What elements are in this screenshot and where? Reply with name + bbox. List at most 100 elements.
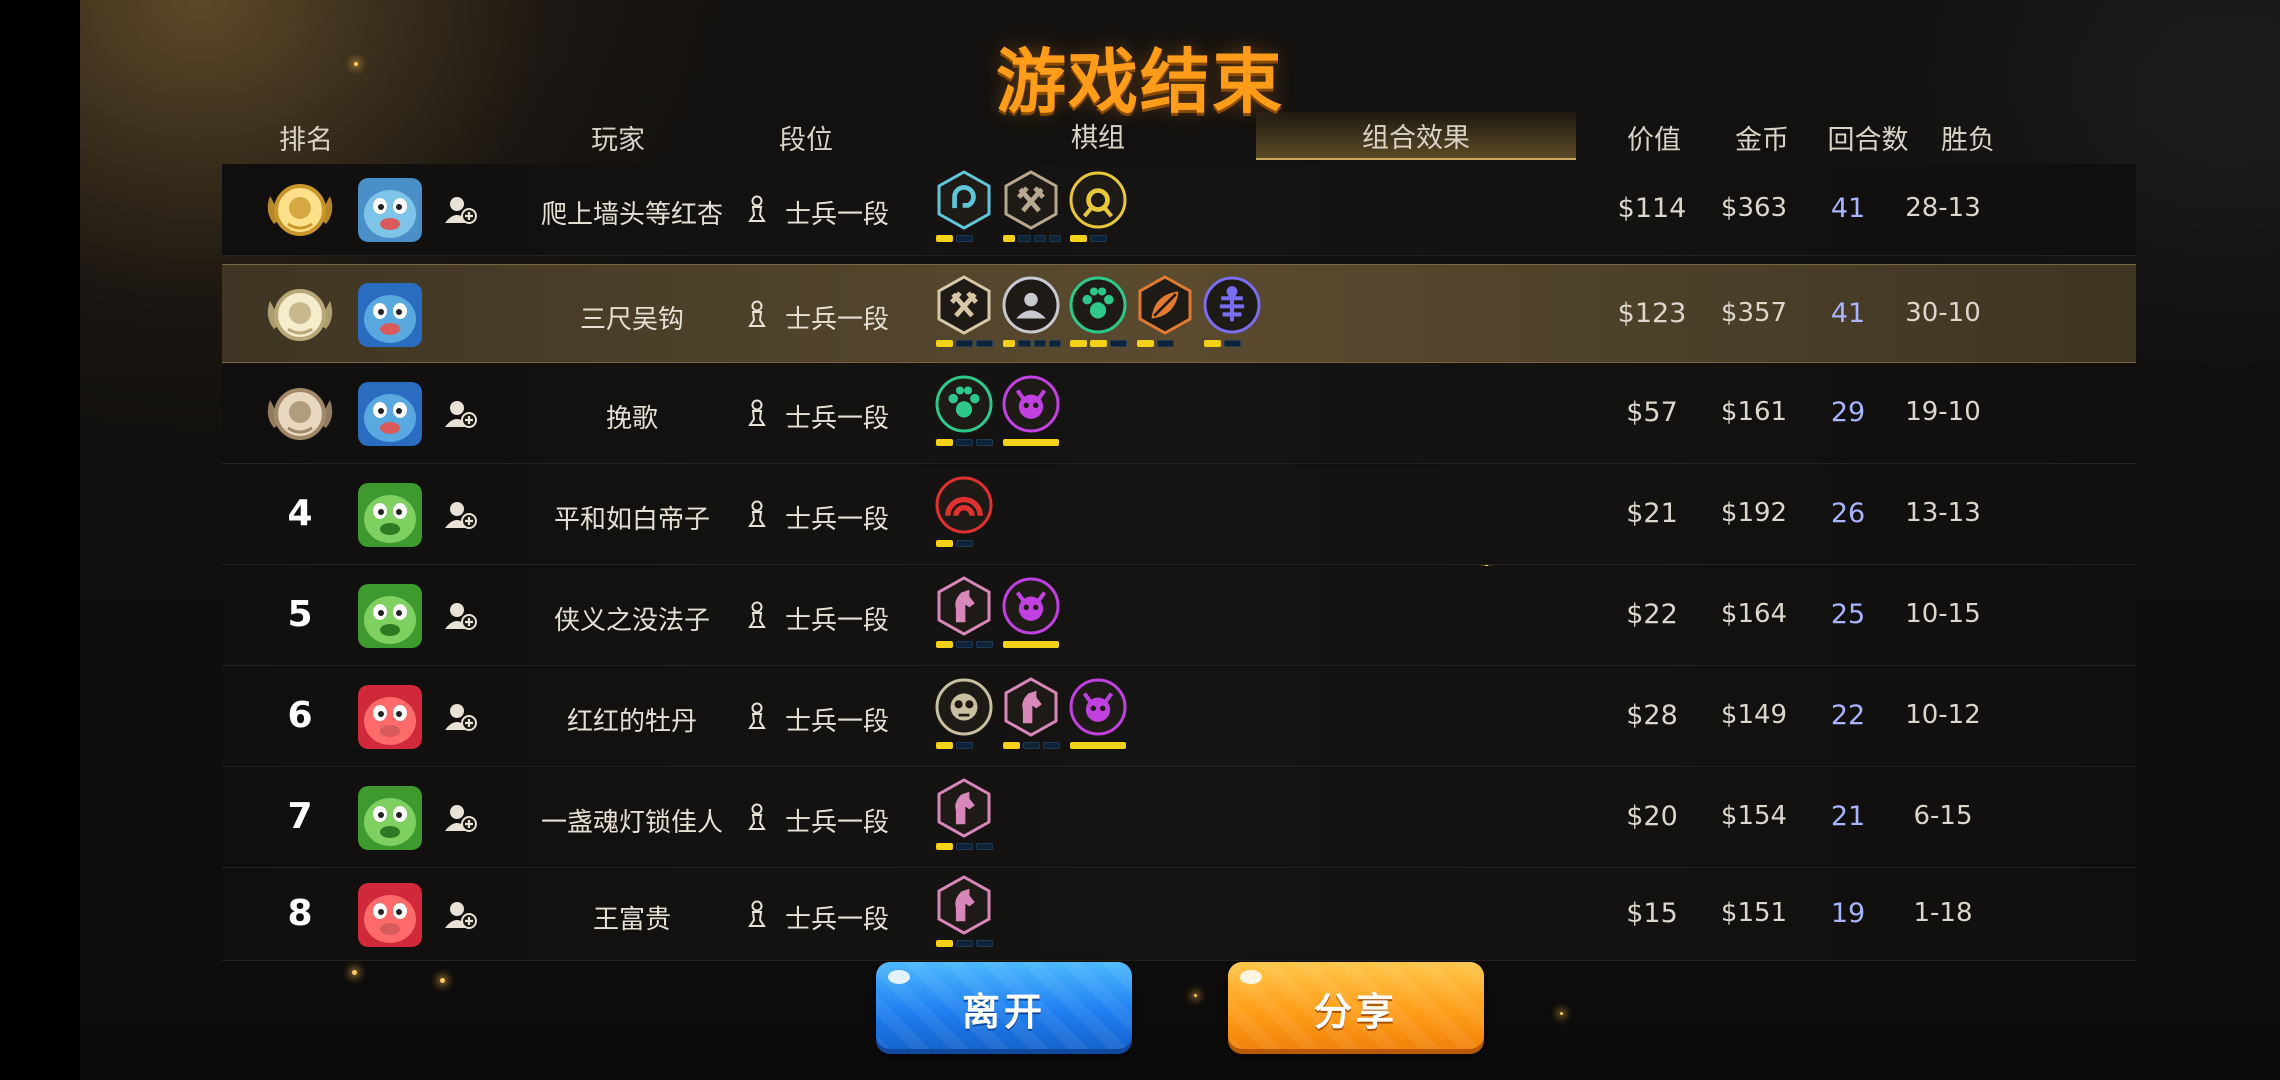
player-avatar[interactable] xyxy=(358,685,422,749)
table-row: 挽歌 士兵一段 $57 $161 29 19-10 xyxy=(222,364,2136,464)
table-row: 爬上墙头等红杏 士兵一段 $114 $363 41 28-13 xyxy=(222,164,2136,256)
results-table: 爬上墙头等红杏 士兵一段 $114 $363 41 28-13 三尺吴钩 士兵一… xyxy=(222,164,2136,961)
warrior-icon xyxy=(937,275,991,335)
player-name: 王富贵 xyxy=(592,905,671,935)
value-text: $22 xyxy=(1626,599,1678,630)
gold-text: $164 xyxy=(1720,599,1788,629)
header-rounds: 回合数 xyxy=(1827,125,1909,156)
player-avatar[interactable] xyxy=(358,883,422,947)
button-shine xyxy=(1240,970,1262,984)
share-button-label: 分享 xyxy=(1313,989,1398,1034)
player-avatar[interactable] xyxy=(358,178,422,242)
leave-button[interactable]: 离开 xyxy=(876,962,1132,1054)
synergy-level-bars xyxy=(1001,439,1061,446)
level-pip xyxy=(1048,340,1061,347)
winloss-text: 10-12 xyxy=(1905,700,1981,730)
header-player: 玩家 xyxy=(591,125,645,156)
synergy-knight[interactable] xyxy=(1001,677,1061,749)
synergy-beast[interactable] xyxy=(934,374,994,446)
pawn-icon xyxy=(746,500,768,530)
level-pip xyxy=(956,742,973,749)
add-friend-icon[interactable] xyxy=(444,193,478,227)
value-text: $15 xyxy=(1626,898,1678,929)
synergy-level-bars xyxy=(1001,340,1061,347)
synergy-ranger[interactable] xyxy=(1068,170,1128,242)
level-pip xyxy=(1003,742,1020,749)
level-pip xyxy=(936,540,953,547)
rank-number: 6 xyxy=(287,695,313,736)
player-avatar[interactable] xyxy=(358,382,422,446)
synergy-demon[interactable] xyxy=(1001,576,1061,648)
player-avatar[interactable] xyxy=(358,584,422,648)
level-pip xyxy=(1224,340,1241,347)
level-pip xyxy=(1033,235,1046,242)
synergy-level-bars xyxy=(1068,235,1128,242)
level-pip xyxy=(1090,235,1107,242)
player-name: 一盏魂灯锁佳人 xyxy=(540,808,723,838)
synergy-human[interactable] xyxy=(1001,275,1061,347)
knight-icon xyxy=(937,576,991,636)
gold-text: $161 xyxy=(1720,397,1788,427)
synergy-warrior[interactable] xyxy=(1001,170,1061,242)
player-avatar[interactable] xyxy=(358,483,422,547)
synergy-level-bars xyxy=(1202,340,1262,347)
header-combo-tab[interactable]: 组合效果 xyxy=(1316,116,1516,155)
level-pip xyxy=(1018,235,1031,242)
synergy-elf[interactable] xyxy=(1135,275,1195,347)
tier-label: 士兵一段 xyxy=(785,707,890,737)
ogre-icon xyxy=(935,476,993,534)
synergy-mage[interactable] xyxy=(934,170,994,242)
synergy-knight[interactable] xyxy=(934,875,994,947)
level-pip xyxy=(1003,340,1016,347)
knight-icon xyxy=(937,778,991,838)
player-avatar[interactable] xyxy=(358,786,422,850)
synergy-level-bars xyxy=(934,742,994,749)
add-friend-icon[interactable] xyxy=(444,898,478,932)
add-friend-icon[interactable] xyxy=(444,700,478,734)
gold-text: $363 xyxy=(1720,193,1788,223)
synergy-ogre[interactable] xyxy=(934,475,994,547)
leave-button-label: 离开 xyxy=(961,989,1046,1034)
level-pip xyxy=(1003,439,1059,446)
level-pip xyxy=(1033,340,1046,347)
level-pip xyxy=(956,843,973,850)
rounds-text: 25 xyxy=(1830,599,1866,630)
synergy-demon[interactable] xyxy=(1001,374,1061,446)
synergy-goblin[interactable] xyxy=(934,677,994,749)
level-pip xyxy=(936,235,953,242)
table-row: 三尺吴钩 士兵一段 $123 $357 41 30-10 xyxy=(222,264,2136,363)
pawn-icon xyxy=(746,399,768,429)
level-pip xyxy=(956,235,973,242)
tier-label: 士兵一段 xyxy=(785,404,890,434)
level-pip xyxy=(1070,235,1087,242)
header-pieces-tab[interactable]: 棋组 xyxy=(1058,116,1138,155)
level-pip xyxy=(976,843,993,850)
tier-label: 士兵一段 xyxy=(785,905,890,935)
level-pip xyxy=(1110,340,1127,347)
table-row: 7 一盏魂灯锁佳人 士兵一段 $20 $154 21 6-15 xyxy=(222,768,2136,868)
synergy-warrior[interactable] xyxy=(934,275,994,347)
add-friend-icon[interactable] xyxy=(444,801,478,835)
add-friend-icon[interactable] xyxy=(444,599,478,633)
level-pip xyxy=(1070,340,1087,347)
player-avatar[interactable] xyxy=(358,283,422,347)
table-row: 5 侠义之没法子 士兵一段 $22 $164 25 10-15 xyxy=(222,566,2136,666)
beast-icon xyxy=(935,375,993,433)
synergy-beast[interactable] xyxy=(1068,275,1128,347)
synergy-knight[interactable] xyxy=(934,576,994,648)
level-pip xyxy=(936,340,953,347)
share-button[interactable]: 分享 xyxy=(1228,962,1484,1054)
synergy-demon[interactable] xyxy=(1068,677,1128,749)
tier-label: 士兵一段 xyxy=(785,505,890,535)
rounds-text: 26 xyxy=(1830,498,1866,529)
synergy-knight[interactable] xyxy=(934,778,994,850)
level-pip xyxy=(1043,742,1060,749)
header-rank: 排名 xyxy=(279,125,333,156)
add-friend-icon[interactable] xyxy=(444,397,478,431)
player-name: 红红的牡丹 xyxy=(566,707,697,737)
level-pip xyxy=(976,940,993,947)
level-pip xyxy=(936,940,953,947)
synergy-naga[interactable] xyxy=(1202,275,1262,347)
level-pip xyxy=(1157,340,1174,347)
add-friend-icon[interactable] xyxy=(444,498,478,532)
